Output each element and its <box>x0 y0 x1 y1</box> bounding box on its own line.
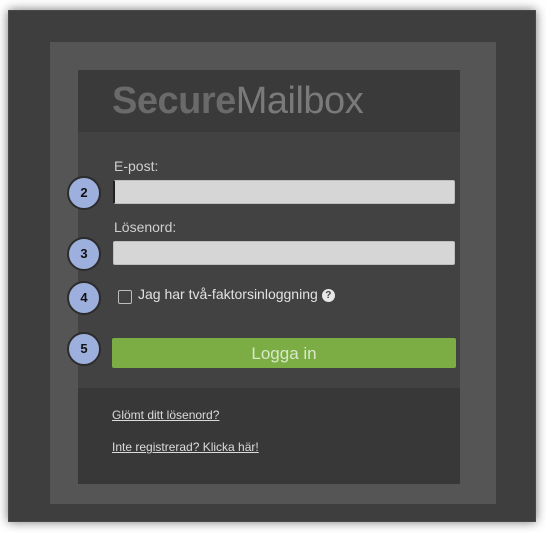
step-marker-2: 2 <box>67 176 101 210</box>
step-marker-4: 4 <box>67 281 101 315</box>
step-marker-3: 3 <box>67 237 101 271</box>
page-background: SecureMailbox E-post: Lösenord: Jag har … <box>50 42 496 504</box>
question-circle-icon[interactable]: ? <box>321 289 335 302</box>
links-footer: Glömt ditt lösenord? Inte registrerad? K… <box>78 388 460 484</box>
two-factor-checkbox[interactable] <box>118 290 132 304</box>
email-field[interactable] <box>113 180 455 204</box>
forgot-password-link[interactable]: Glömt ditt lösenord? <box>112 408 219 422</box>
logo-text-bold: Secure <box>112 80 236 122</box>
register-link[interactable]: Inte registrerad? Klicka här! <box>112 440 259 454</box>
logo-header: SecureMailbox <box>78 70 460 132</box>
login-panel: SecureMailbox E-post: Lösenord: Jag har … <box>78 70 460 484</box>
email-label: E-post: <box>114 158 159 174</box>
password-label: Lösenord: <box>114 219 177 235</box>
logo-text-light: Mailbox <box>235 80 364 122</box>
password-field[interactable] <box>113 241 455 265</box>
login-button[interactable]: Logga in <box>112 338 456 368</box>
step-marker-5: 5 <box>67 332 101 366</box>
two-factor-label-row: Jag har två-faktorsinloggning? <box>138 286 335 302</box>
app-logo: SecureMailbox <box>112 80 364 123</box>
two-factor-label: Jag har två-faktorsinloggning <box>138 286 318 302</box>
